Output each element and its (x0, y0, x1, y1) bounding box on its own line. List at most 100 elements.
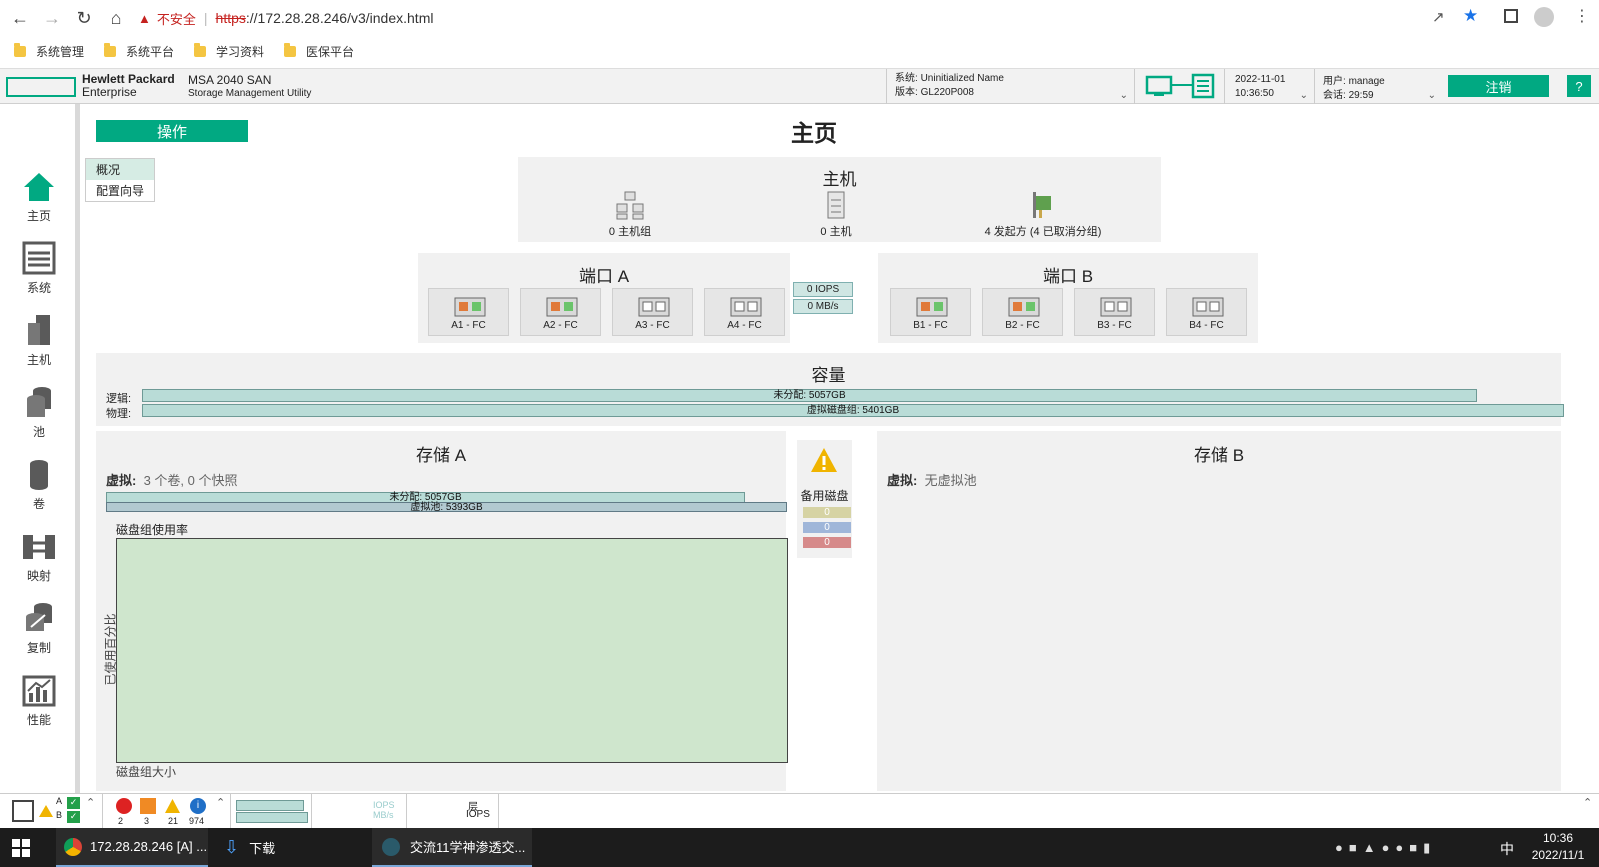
bookmark-0[interactable]: 系统管理 (14, 42, 84, 60)
fc-port-icon (1192, 297, 1224, 317)
info-icon[interactable]: i (190, 798, 206, 814)
url-scheme: https (215, 10, 246, 26)
port-b-panel: 端口 B B1 - FC B2 - FC B3 - FC B4 - FC (878, 253, 1258, 343)
bookmark-2[interactable]: 学习资料 (194, 42, 264, 60)
port-b2[interactable]: B2 - FC (982, 288, 1063, 336)
system-status-icon[interactable] (1134, 69, 1224, 105)
chevron-up-icon[interactable]: ⌃ (86, 796, 95, 809)
sidebar-item-volumes[interactable]: 卷 (0, 442, 78, 512)
folder-icon (194, 42, 207, 57)
sidepanel-icon[interactable] (1504, 9, 1518, 23)
virtual-label: 虚拟: (106, 473, 137, 488)
host-icon (28, 315, 50, 345)
start-button[interactable] (12, 828, 30, 867)
spare-count-red: 0 (803, 537, 851, 548)
main-content: 操作 主页 概况 配置向导 主机 0 主机组 0 主机 4 发起方 (4 已取消… (81, 104, 1599, 794)
volume-icon (30, 460, 48, 490)
chevron-down-icon: ⌄ (1427, 90, 1436, 101)
chevron-up-icon[interactable]: ⌃ (216, 796, 225, 809)
storage-a-pool-bar[interactable]: 虚拟池: 5393GB (106, 502, 787, 513)
port-b3[interactable]: B3 - FC (1074, 288, 1155, 336)
logout-button[interactable]: 注销 (1448, 75, 1549, 97)
bookmark-3[interactable]: 医保平台 (284, 42, 354, 60)
home-icon[interactable]: ⌂ (100, 2, 132, 34)
throughput-indicator[interactable]: 0 IOPS 0 MB/s (793, 282, 853, 314)
help-button[interactable]: ? (1567, 75, 1591, 97)
taskbar-chrome[interactable]: 172.28.28.246 [A] ... (56, 828, 208, 867)
url-text: ://172.28.28.246/v3/index.html (245, 10, 434, 26)
chevron-down-icon: ⌄ (1119, 90, 1128, 101)
physical-bar[interactable]: 虚拟磁盘组: 5401GB (142, 404, 1564, 417)
system-status-icon[interactable] (12, 800, 34, 822)
storage-a-panel[interactable]: 存储 A 虚拟: 3 个卷, 0 个快照 未分配: 5057GB 虚拟池: 53… (96, 431, 788, 791)
chevron-up-icon[interactable]: ⌃ (1583, 796, 1592, 809)
taskbar-downloads[interactable]: ⇩ 下载 (214, 828, 364, 867)
profile-icon[interactable] (1534, 7, 1554, 27)
logical-bar[interactable]: 未分配: 5057GB (142, 389, 1477, 402)
page-title: 主页 (791, 120, 837, 146)
bookmark-1[interactable]: 系统平台 (104, 42, 174, 60)
submenu-config-wizard[interactable]: 配置向导 (86, 180, 154, 201)
error-icon[interactable] (140, 798, 156, 814)
sidebar-item-pools[interactable]: 池 (0, 370, 78, 440)
tray-icons[interactable]: ●■▲●●■▮ (1335, 840, 1436, 856)
chart-y-label: 已使用百分比 (103, 613, 118, 686)
chart-x-label: 磁盘组大小 (116, 765, 177, 779)
port-b1[interactable]: B1 - FC (890, 288, 971, 336)
chart-title: 磁盘组使用率 (116, 523, 189, 537)
back-icon[interactable]: ← (4, 2, 36, 34)
operations-button[interactable]: 操作 (96, 120, 248, 142)
sidebar-item-home[interactable]: 主页 (0, 154, 78, 224)
warning-icon: ▲ (138, 10, 151, 26)
performance-chart-icon (22, 675, 56, 707)
mapping-icon (23, 535, 55, 559)
app-icon (382, 837, 400, 856)
address-bar-row: ← → ↻ ⌂ ▲ 不安全 | https ://172.28.28.246/v… (0, 0, 1599, 36)
sidebar-item-performance[interactable]: 性能 (0, 658, 78, 728)
spare-disks-panel[interactable]: 备用磁盘 0 0 0 (797, 440, 852, 558)
port-b4[interactable]: B4 - FC (1166, 288, 1247, 336)
critical-icon[interactable] (116, 798, 132, 814)
storage-b-panel[interactable]: 存储 B 虚拟: 无虚拟池 (877, 431, 1561, 791)
hosts-item[interactable]: 0 主机 (736, 190, 936, 239)
capacity-panel[interactable]: 容量 逻辑: 未分配: 5057GB 物理: 虚拟磁盘组: 5401GB (96, 353, 1564, 426)
folder-icon (104, 42, 117, 57)
share-icon[interactable]: ↗ (1432, 8, 1445, 26)
sidebar-item-hosts[interactable]: 主机 (0, 298, 78, 368)
sidebar: 主页 系统 主机 池 卷 映射 复制 性能 (0, 104, 80, 794)
menu-kebab-icon[interactable]: ⋮ (1574, 6, 1590, 26)
host-groups-item[interactable]: 0 主机组 (530, 190, 730, 239)
submenu-overview[interactable]: 概况 (86, 159, 154, 180)
datetime[interactable]: 2022-11-01 10:36:50 ⌄ (1224, 69, 1314, 105)
forward-icon[interactable]: → (36, 2, 68, 34)
sidebar-item-system[interactable]: 系统 (0, 226, 78, 296)
capacity-mini-bar[interactable] (236, 812, 308, 823)
system-icon (22, 241, 56, 275)
port-a1[interactable]: A1 - FC (428, 288, 509, 336)
port-a3[interactable]: A3 - FC (612, 288, 693, 336)
mbs-value: 0 MB/s (793, 299, 853, 314)
taskbar-chat[interactable]: 交流11学神渗透交... (372, 828, 532, 867)
taskbar-clock[interactable]: 10:36 2022/11/1 (1528, 830, 1588, 864)
url-bar[interactable]: ▲ 不安全 | https ://172.28.28.246/v3/index.… (138, 5, 1550, 31)
initiators-item[interactable]: 4 发起方 (4 已取消分组) (938, 190, 1148, 239)
system-info[interactable]: 系统: Uninitialized Name 版本: GL220P008 ⌄ (886, 69, 1134, 105)
user-info[interactable]: 用户: manage 会话: 29:59 ⌄ (1314, 69, 1442, 105)
bookmark-star-icon[interactable]: ★ (1463, 6, 1478, 26)
physical-label: 物理: (106, 408, 132, 420)
host-server-icon (827, 191, 845, 219)
status-bar: A B ✓ ✓ ⌃ i 2 3 21 974 ⌃ IOPS MB/s 层 IOP… (0, 793, 1599, 829)
hosts-panel[interactable]: 主机 0 主机组 0 主机 4 发起方 (4 已取消分组) (518, 157, 1161, 242)
brand-name: Hewlett Packard Enterprise (82, 72, 175, 99)
port-a4[interactable]: A4 - FC (704, 288, 785, 336)
capacity-mini-bar[interactable] (236, 800, 304, 811)
disk-group-usage-chart[interactable] (116, 538, 788, 763)
port-a2[interactable]: A2 - FC (520, 288, 601, 336)
product-name: MSA 2040 SAN Storage Management Utility (188, 73, 312, 99)
browser-chrome: ← → ↻ ⌂ ▲ 不安全 | https ://172.28.28.246/v… (0, 0, 1599, 68)
reload-icon[interactable]: ↻ (68, 2, 100, 34)
warning-icon[interactable] (164, 798, 181, 814)
sidebar-item-mapping[interactable]: 映射 (0, 514, 78, 584)
ime-indicator[interactable]: 中 (1500, 839, 1514, 859)
sidebar-item-replication[interactable]: 复制 (0, 586, 78, 656)
